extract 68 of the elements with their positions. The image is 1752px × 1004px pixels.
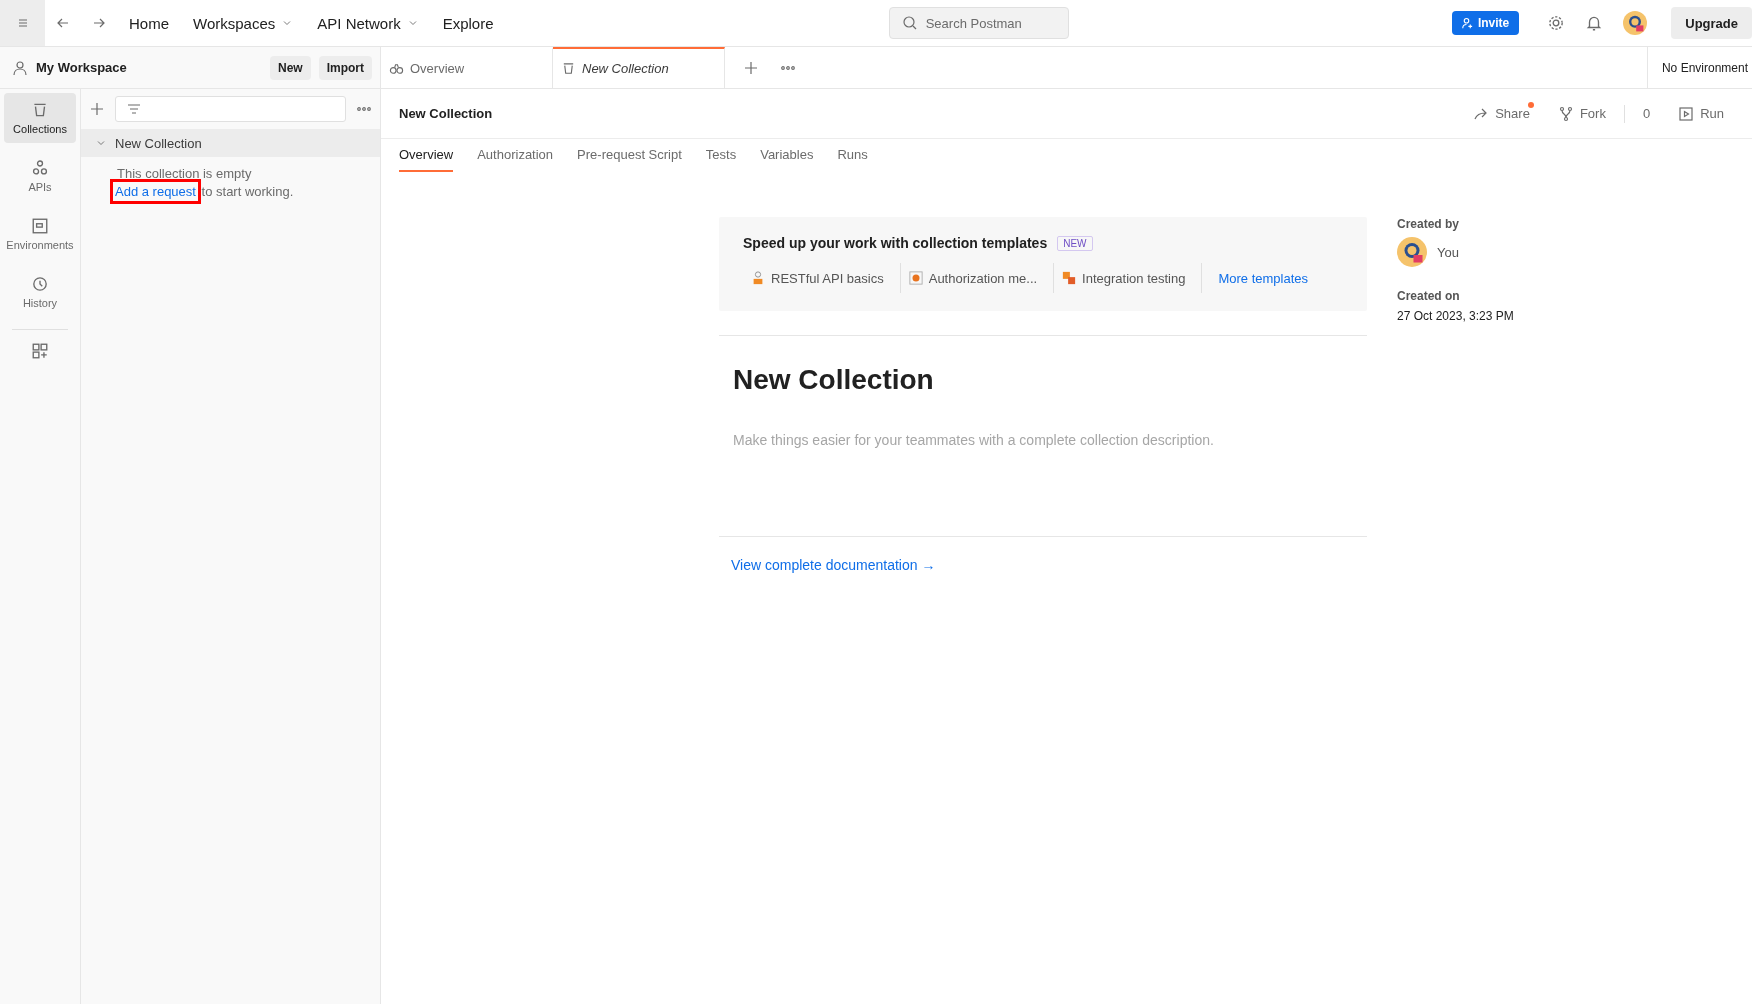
card-title: Speed up your work with collection templates bbox=[743, 235, 1048, 251]
documentation-link[interactable]: View complete documentation → bbox=[731, 557, 936, 573]
play-icon bbox=[1678, 105, 1695, 122]
template-link[interactable]: RESTful API basics bbox=[743, 263, 901, 293]
run-button[interactable]: Run bbox=[1668, 105, 1734, 122]
tab[interactable]: Authorization bbox=[477, 139, 554, 172]
history-icon bbox=[31, 275, 49, 293]
add-user-icon bbox=[1461, 17, 1474, 29]
tab[interactable]: Overview bbox=[399, 139, 454, 172]
workspace-name[interactable]: My Workspace bbox=[36, 60, 262, 75]
avatar-icon[interactable] bbox=[1397, 237, 1427, 267]
lock-badge-icon bbox=[908, 271, 923, 285]
template-link[interactable]: Authorization me... bbox=[900, 263, 1055, 293]
bell-icon bbox=[1585, 14, 1604, 32]
binoculars-icon bbox=[389, 61, 404, 76]
collection-title: New Collection bbox=[399, 106, 494, 121]
new-badge: NEW bbox=[1057, 235, 1093, 251]
created-on-label: Created on bbox=[1397, 289, 1461, 303]
filter-icon bbox=[126, 101, 142, 117]
nav-menu[interactable]: Explore bbox=[430, 14, 506, 32]
more-icon[interactable] bbox=[781, 65, 795, 70]
plus-icon bbox=[89, 101, 105, 117]
upgrade-button[interactable]: Upgrade bbox=[1671, 7, 1752, 39]
invite-button[interactable]: Invite bbox=[1451, 11, 1520, 35]
tab[interactable]: Tests bbox=[705, 139, 737, 172]
sidebar-item[interactable]: APIs bbox=[4, 151, 76, 201]
nav-menu[interactable]: API Network bbox=[305, 14, 431, 32]
hint-text: to start working. bbox=[201, 184, 294, 199]
sidebar-item[interactable]: History bbox=[4, 267, 76, 317]
circles-icon bbox=[31, 159, 49, 177]
tree-item[interactable]: New Collection bbox=[81, 129, 380, 157]
trash-bin-icon bbox=[31, 101, 49, 119]
person-laptop-icon bbox=[751, 271, 765, 285]
workspace-button[interactable]: New bbox=[269, 55, 311, 80]
environment-selector[interactable]: No Environment bbox=[1646, 47, 1752, 88]
search-icon bbox=[901, 15, 918, 31]
creator-name: You bbox=[1437, 244, 1459, 260]
filter-field[interactable] bbox=[115, 96, 346, 122]
sidebar-item[interactable]: Environments bbox=[4, 209, 76, 259]
user-icon bbox=[12, 59, 28, 76]
add-request-link[interactable]: Add a request bbox=[113, 182, 198, 201]
add-widget-icon bbox=[31, 342, 49, 360]
share-button[interactable]: Share bbox=[1463, 105, 1540, 122]
template-link[interactable]: Integration testing bbox=[1054, 263, 1203, 293]
fork-count: 0 bbox=[1641, 106, 1652, 121]
plus-icon bbox=[743, 59, 759, 76]
empty-message: This collection is empty bbox=[117, 165, 253, 183]
tab[interactable]: Variables bbox=[760, 139, 814, 172]
tab[interactable]: New Collection bbox=[553, 47, 725, 88]
nav-menu[interactable]: Home bbox=[117, 14, 181, 32]
created-by-label: Created by bbox=[1397, 217, 1461, 231]
window-icon bbox=[31, 217, 49, 235]
tab[interactable]: Runs bbox=[837, 139, 868, 172]
sidebar-item[interactable]: Collections bbox=[4, 93, 76, 143]
tab[interactable]: Pre-request Script bbox=[577, 139, 682, 172]
settings-icon bbox=[1547, 14, 1566, 32]
collection-name: New Collection bbox=[115, 135, 202, 151]
trash-bin-icon bbox=[561, 61, 576, 76]
fork-button[interactable]: Fork bbox=[1547, 105, 1616, 122]
created-date: 27 Oct 2023, 3:23 PM bbox=[1397, 309, 1514, 323]
puzzle-icon bbox=[1062, 271, 1077, 285]
workspace-button[interactable]: Import bbox=[318, 55, 372, 80]
nav-menu[interactable]: Workspaces bbox=[181, 14, 306, 32]
fork-icon bbox=[1557, 105, 1574, 122]
collection-heading: New Collection bbox=[733, 364, 935, 396]
avatar-icon[interactable] bbox=[1623, 11, 1648, 35]
search-field[interactable]: Search Postman bbox=[888, 7, 1069, 39]
more-templates-link[interactable]: More templates bbox=[1202, 270, 1309, 286]
